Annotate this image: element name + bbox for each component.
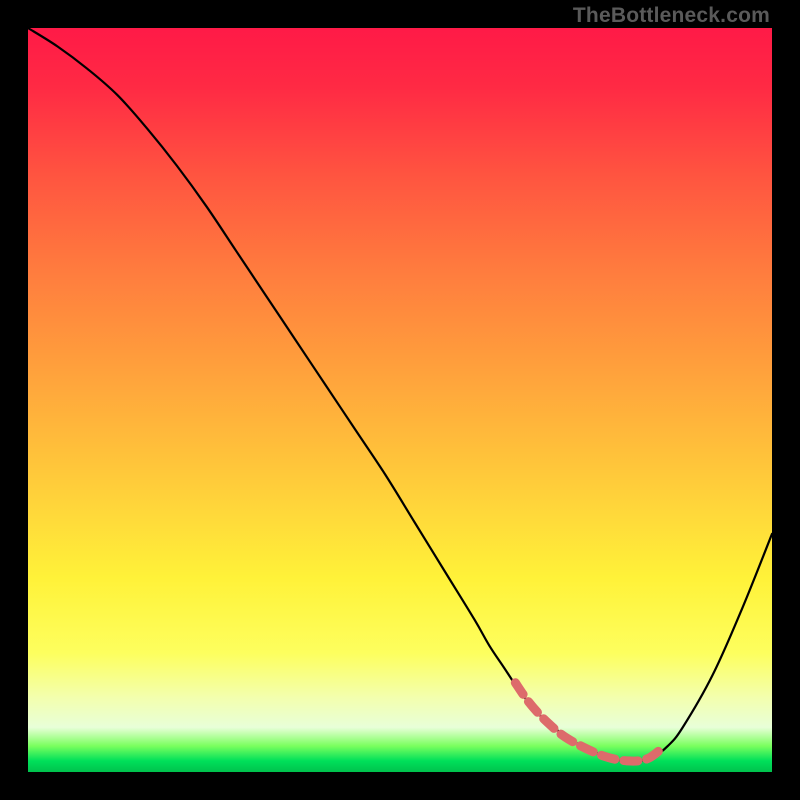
- watermark-text: TheBottleneck.com: [573, 4, 770, 28]
- chart-frame: [28, 28, 772, 772]
- chart-svg: [28, 28, 772, 772]
- optimal-range-marker: [515, 683, 660, 761]
- bottleneck-curve: [28, 28, 772, 761]
